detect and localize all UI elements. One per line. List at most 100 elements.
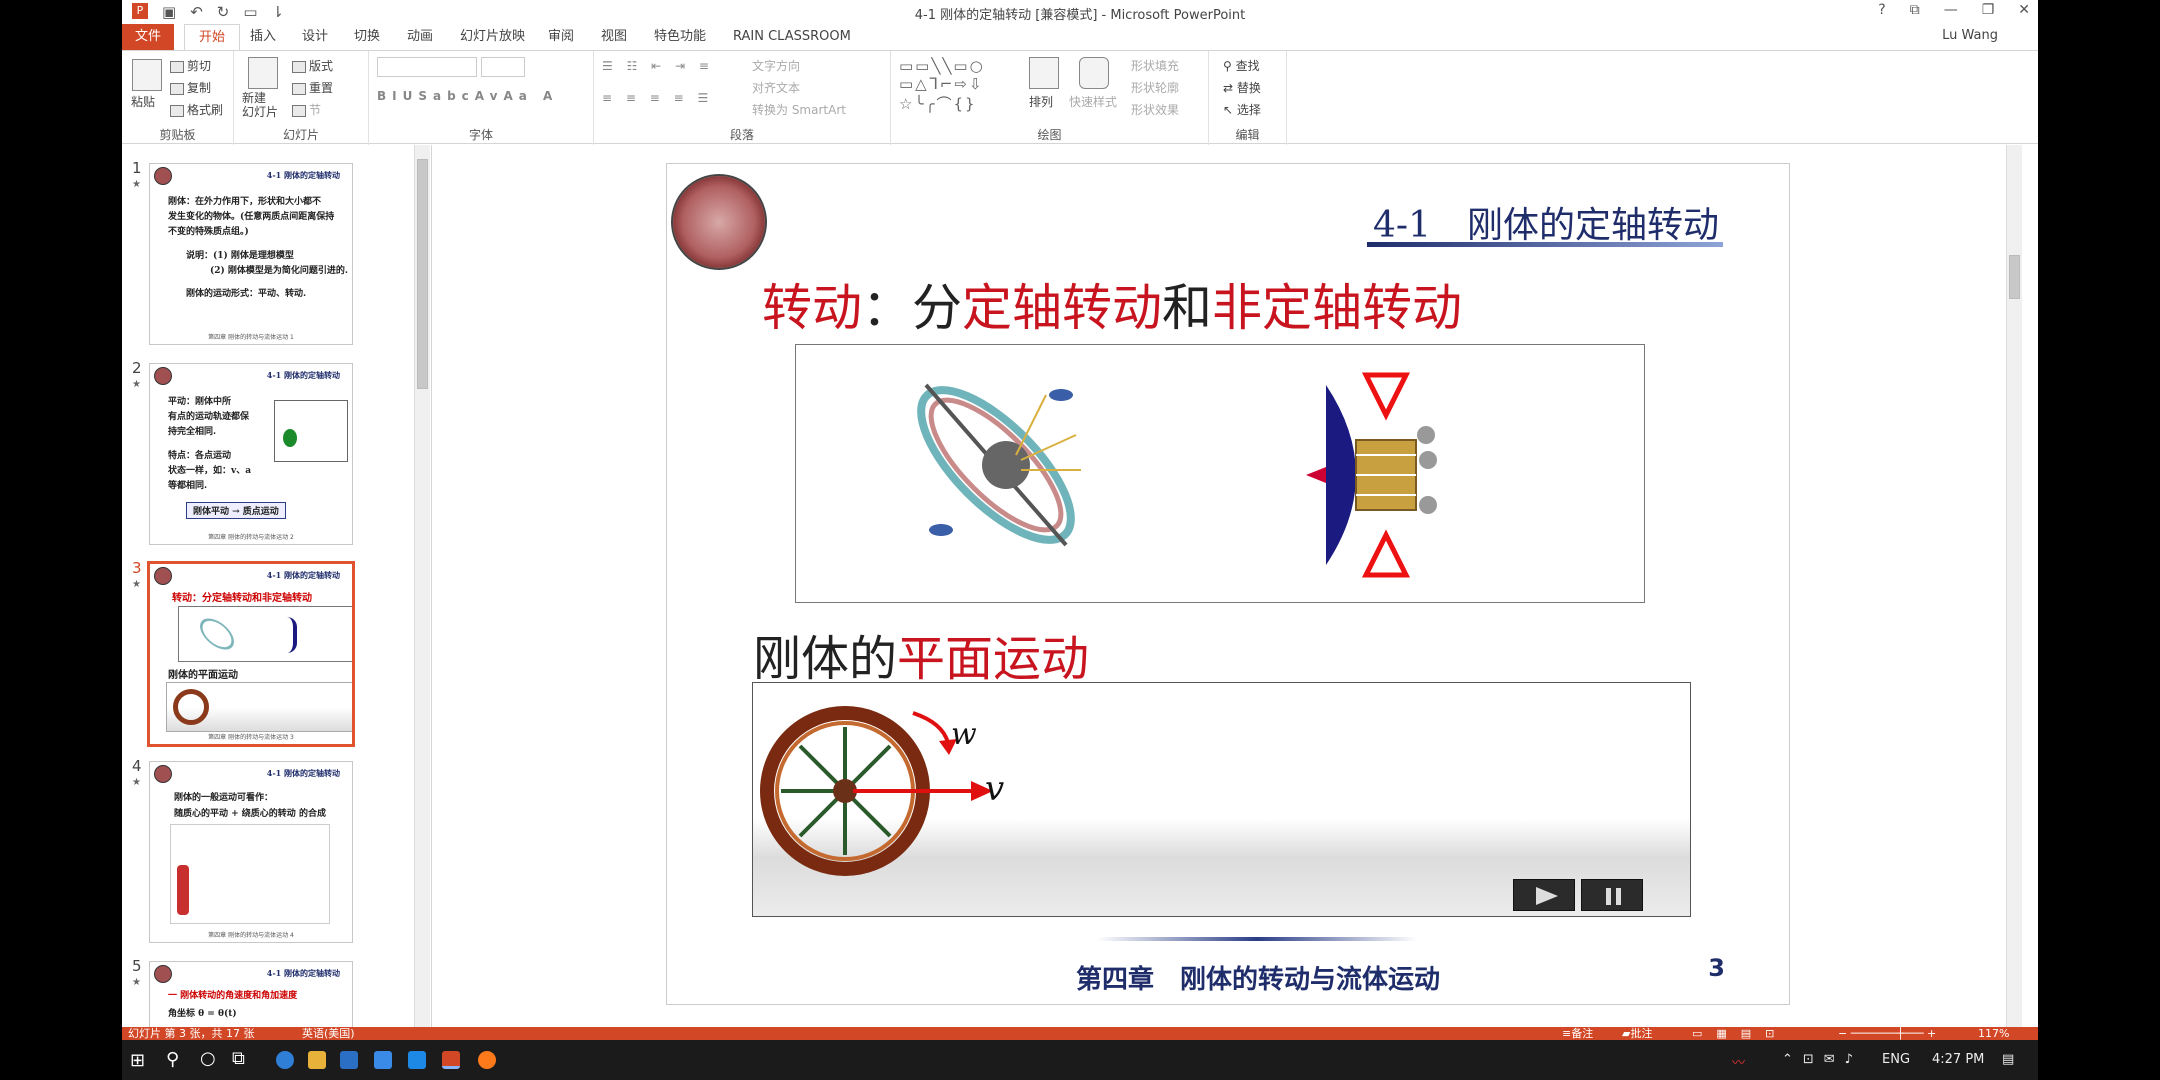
tab-animations[interactable]: 动画 — [407, 24, 433, 50]
copy-button[interactable]: 复制 — [170, 79, 211, 96]
thumb-animation-box — [170, 824, 330, 924]
select-button[interactable]: ↖ 选择 — [1223, 101, 1261, 118]
align-buttons[interactable]: ≡ ≡ ≡ ≡ ☰ — [602, 91, 713, 105]
animation-star-icon: ★ — [132, 777, 141, 788]
heading-rotation[interactable]: 转动：分定轴转动和非定轴转动 — [762, 268, 1462, 340]
shapes-gallery[interactable]: ▭▭╲╲▭○ ▭△ᒣ⌐⇨⇩ ☆╰╭⌒{} — [899, 57, 985, 114]
input-language[interactable]: ENG — [1882, 1052, 1910, 1067]
ribbon-display-button[interactable]: ⧉ — [1910, 2, 1920, 18]
slide-footer: 第四章 刚体的转动与流体运动 — [1075, 965, 1440, 995]
tab-review[interactable]: 审阅 — [548, 24, 574, 50]
zoom-slider[interactable]: − ───────┼─── + — [1838, 1027, 1936, 1040]
tab-file[interactable]: 文件 — [122, 24, 174, 50]
find-button[interactable]: ⚲ 查找 — [1223, 57, 1260, 74]
logo-icon — [154, 167, 172, 185]
paste-button[interactable]: 粘贴 — [131, 93, 155, 110]
tab-slideshow[interactable]: 幻灯片放映 — [460, 24, 525, 50]
arrange-button[interactable]: 排列 — [1029, 93, 1053, 110]
tab-features[interactable]: 特色功能 — [654, 24, 706, 50]
comments-button[interactable]: ▰ 批注 — [1622, 1027, 1652, 1040]
task-view-icon[interactable]: ⧉ — [232, 1048, 245, 1069]
slide-title[interactable]: 4-1 刚体的定轴转动 — [1373, 196, 1719, 248]
thumbnail-scrollbar[interactable] — [414, 145, 430, 1027]
user-account[interactable]: Lu Wang — [1942, 28, 1998, 43]
tab-rain-classroom[interactable]: RAIN CLASSROOM — [733, 24, 851, 50]
status-bar: 幻灯片 第 3 张，共 17 张 英语(美国) ≡ 备注 ▰ 批注 ▭▦▤⊡ −… — [122, 1027, 2038, 1040]
restore-button[interactable]: ❐ — [1982, 2, 1995, 18]
replace-button[interactable]: ⇄ 替换 — [1223, 79, 1261, 96]
tab-transitions[interactable]: 切换 — [354, 24, 380, 50]
shape-outline-button[interactable]: 形状轮廓 — [1131, 79, 1179, 96]
thumbnail-scrollbar-thumb[interactable] — [417, 159, 428, 389]
wheel-animation-box[interactable]: w v — [752, 682, 1691, 917]
slide-editing-area: 4-1 刚体的定轴转动 转动：分定轴转动和非定轴转动 刚体的平面运动 w v 第… — [433, 145, 2022, 1027]
tab-insert[interactable]: 插入 — [250, 24, 276, 50]
font-size-select[interactable] — [481, 57, 525, 77]
powerpoint-taskbar-icon[interactable] — [442, 1051, 460, 1069]
shape-fill-button[interactable]: 形状填充 — [1131, 57, 1179, 74]
new-slide-button[interactable]: 新建 幻灯片 — [242, 91, 278, 119]
thumb-line: 角坐标 θ = θ(t) — [168, 1009, 237, 1019]
help-button[interactable]: ? — [1878, 2, 1885, 18]
reset-button[interactable]: 重置 — [292, 79, 333, 96]
slide-scrollbar-thumb[interactable] — [2009, 255, 2020, 299]
slide-scrollbar[interactable] — [2006, 145, 2022, 1027]
notes-button[interactable]: ≡ 备注 — [1562, 1027, 1593, 1040]
file-explorer-icon[interactable] — [308, 1051, 326, 1069]
align-text-button[interactable]: 对齐文本 — [752, 79, 800, 96]
smartart-button[interactable]: 转换为 SmartArt — [752, 101, 846, 118]
view-buttons[interactable]: ▭▦▤⊡ — [1692, 1027, 1788, 1040]
start-button-icon[interactable]: ⊞ — [130, 1050, 145, 1071]
format-painter-button[interactable]: 格式刷 — [170, 101, 223, 118]
zoom-level[interactable]: 117% — [1978, 1027, 2009, 1040]
slide-thumbnail-5[interactable]: 4-1 刚体的定轴转动 一 刚体转动的角速度和角加速度 角坐标 θ = θ(t) — [149, 961, 353, 1027]
close-button[interactable]: ✕ — [2018, 2, 2030, 18]
text-direction-button[interactable]: 文字方向 — [752, 57, 800, 74]
edge-browser-icon[interactable] — [276, 1051, 294, 1069]
tab-home[interactable]: 开始 — [184, 24, 240, 50]
dish-icon — [287, 617, 297, 653]
animation-star-icon: ★ — [132, 579, 141, 590]
clock[interactable]: 4:27 PM — [1932, 1052, 1984, 1067]
mail-icon[interactable] — [340, 1051, 358, 1069]
system-tray-icons[interactable]: ⌃⊡✉♪ — [1782, 1052, 1863, 1067]
cursor-icon: ↖ — [1223, 103, 1237, 117]
thumb-line: 一 刚体转动的角速度和角加速度 — [168, 991, 298, 1001]
section-button[interactable]: 节 — [292, 101, 321, 118]
activity-icon[interactable]: 〰 — [1732, 1052, 1745, 1071]
app-icon[interactable] — [374, 1051, 392, 1069]
notification-icon[interactable]: ▤ — [2002, 1052, 2014, 1067]
photos-icon[interactable] — [408, 1051, 426, 1069]
firefox-icon[interactable] — [478, 1051, 496, 1069]
font-name-select[interactable] — [377, 57, 477, 77]
list-buttons[interactable]: ☰ ☷ ⇤ ⇥ ≡ — [602, 59, 714, 73]
thumb-header: 4-1 刚体的定轴转动 — [266, 170, 340, 180]
tab-design[interactable]: 设计 — [302, 24, 328, 50]
thumb-number: 4 — [132, 757, 142, 775]
play-button[interactable] — [1513, 879, 1575, 911]
slide-thumbnail-1[interactable]: 4-1 刚体的定轴转动 刚体：在外力作用下，形状和大小都不 发生变化的物体。(任… — [149, 163, 353, 345]
slide-thumbnail-3[interactable]: 4-1 刚体的定轴转动 转动：分定轴转动和非定轴转动 刚体的平面运动 第四章 刚… — [147, 561, 355, 747]
cortana-icon[interactable]: ○ — [200, 1048, 216, 1069]
reset-icon — [292, 82, 306, 95]
language-indicator[interactable]: 英语(美国) — [302, 1027, 355, 1040]
search-icon[interactable]: ⚲ — [166, 1049, 179, 1070]
angular-velocity-arrow — [912, 711, 950, 744]
font-format-buttons[interactable]: BIUSabcAvAa A — [377, 89, 558, 103]
thumb-footer: 第四章 刚体的转动与流体运动 2 — [208, 534, 294, 541]
thumb-wheel-box — [166, 682, 352, 732]
thumb-footer: 第四章 刚体的转动与流体运动 4 — [208, 932, 294, 939]
minimize-button[interactable]: — — [1944, 2, 1958, 18]
slide-3[interactable]: 4-1 刚体的定轴转动 转动：分定轴转动和非定轴转动 刚体的平面运动 w v 第… — [666, 163, 1790, 1005]
group-paragraph: ☰ ☷ ⇤ ⇥ ≡ ≡ ≡ ≡ ≡ ☰ 文字方向 对齐文本 转换为 SmartA… — [594, 51, 891, 145]
tab-view[interactable]: 视图 — [601, 24, 627, 50]
quick-styles-button[interactable]: 快速样式 — [1069, 93, 1117, 110]
shape-effects-button[interactable]: 形状效果 — [1131, 101, 1179, 118]
slide-thumbnail-2[interactable]: 4-1 刚体的定轴转动 平动：刚体中所 有点的运动轨迹都保 持完全相同. 特点：… — [149, 363, 353, 545]
slide-thumbnail-4[interactable]: 4-1 刚体的定轴转动 刚体的一般运动可看作： 随质心的平动 + 绕质心的转动 … — [149, 761, 353, 943]
cut-button[interactable]: 剪切 — [170, 57, 211, 74]
layout-button[interactable]: 版式 — [292, 57, 333, 74]
heading-plane-motion[interactable]: 刚体的平面运动 — [753, 619, 1089, 689]
pause-button[interactable] — [1581, 879, 1643, 911]
rotation-images-box[interactable] — [795, 344, 1645, 603]
